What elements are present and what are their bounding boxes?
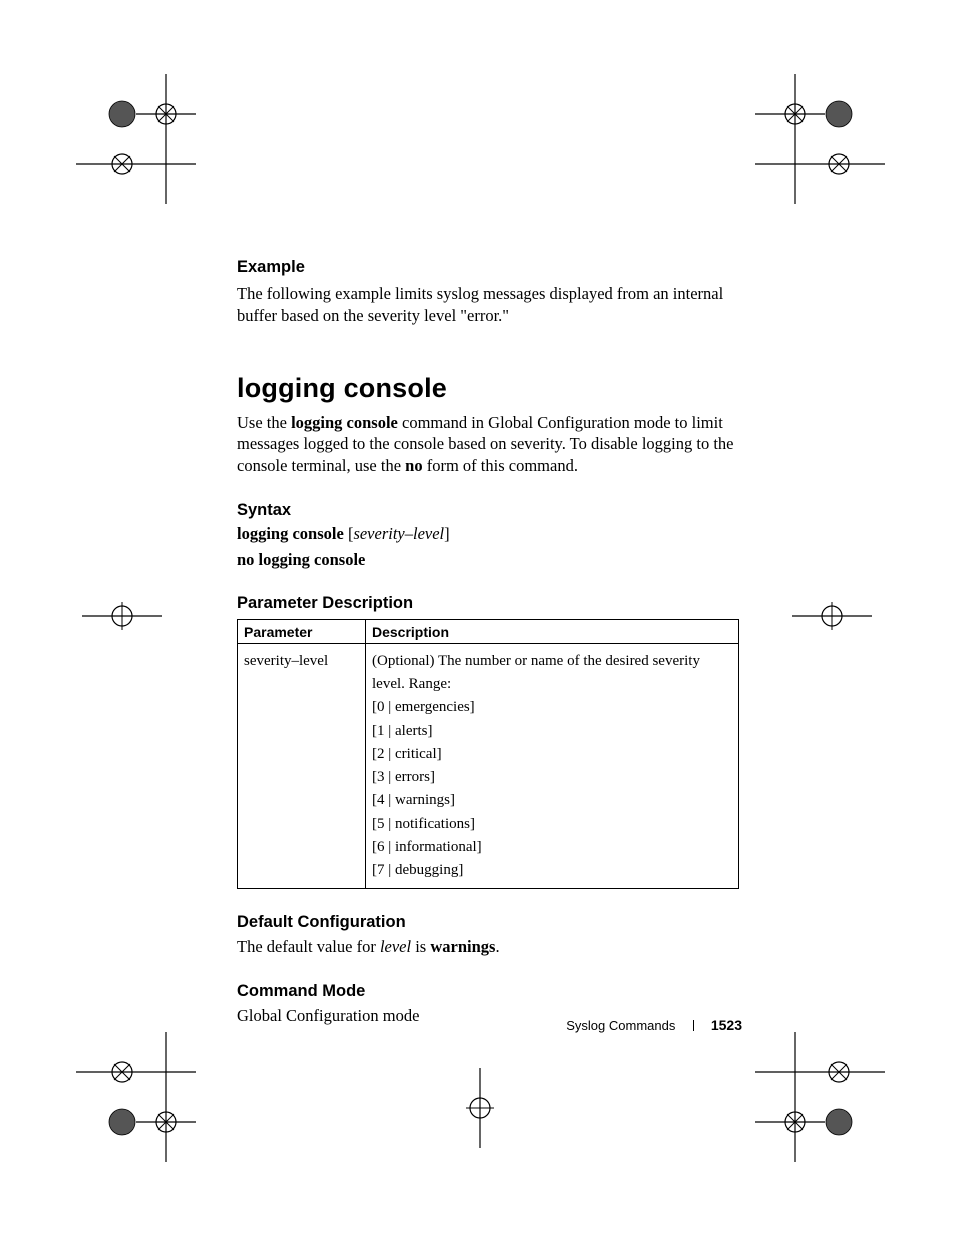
desc-intro: (Optional) The number or name of the des… <box>372 653 700 692</box>
page-content: Example The following example limits sys… <box>237 258 739 1033</box>
th-description: Description <box>366 619 739 643</box>
defconf-mid: is <box>411 937 430 956</box>
crop-mark-tr <box>755 74 885 204</box>
range-7: [7 | debugging] <box>372 862 463 878</box>
paramdesc-heading: Parameter Description <box>237 594 739 613</box>
range-2: [2 | critical] <box>372 746 442 762</box>
cell-parameter: severity–level <box>238 643 366 889</box>
footer-page-number: 1523 <box>711 1017 742 1033</box>
intro-pre: Use the <box>237 413 291 432</box>
syntax-cmd: logging console <box>237 524 344 543</box>
crop-mark-bl <box>76 1032 196 1162</box>
section-title: logging console <box>237 373 739 404</box>
intro-post: form of this command. <box>423 456 578 475</box>
syntax-line-1: logging console [severity–level] <box>237 524 739 544</box>
crop-mark-mr <box>792 576 872 656</box>
defaultconfig-text: The default value for level is warnings. <box>237 936 739 958</box>
example-text: The following example limits syslog mess… <box>237 283 739 327</box>
footer-chapter: Syslog Commands <box>566 1018 675 1033</box>
th-parameter: Parameter <box>238 619 366 643</box>
crop-mark-ml <box>82 576 162 656</box>
range-6: [6 | informational] <box>372 839 482 855</box>
range-5: [5 | notifications] <box>372 816 475 832</box>
crop-mark-br <box>755 1032 885 1162</box>
syntax-close: ] <box>444 524 450 543</box>
defconf-bold: warnings <box>430 937 495 956</box>
range-1: [1 | alerts] <box>372 723 432 739</box>
syntax-param: severity–level <box>353 524 444 543</box>
cmdmode-heading: Command Mode <box>237 982 739 1001</box>
page-footer: Syslog Commands 1523 <box>566 1017 742 1034</box>
section-intro: Use the logging console command in Globa… <box>237 412 739 477</box>
intro-no: no <box>405 456 422 475</box>
cell-description: (Optional) The number or name of the des… <box>366 643 739 889</box>
table-row: severity–level (Optional) The number or … <box>238 643 739 889</box>
example-heading: Example <box>237 258 739 277</box>
defconf-post: . <box>495 937 499 956</box>
footer-separator <box>693 1020 694 1031</box>
defconf-pre: The default value for <box>237 937 380 956</box>
range-0: [0 | emergencies] <box>372 699 475 715</box>
range-4: [4 | warnings] <box>372 792 455 808</box>
syntax-line-2: no logging console <box>237 550 739 570</box>
intro-cmd: logging console <box>291 413 398 432</box>
defconf-ital: level <box>380 937 411 956</box>
crop-mark-tl <box>76 74 196 204</box>
crop-mark-bc <box>440 1068 520 1148</box>
defaultconfig-heading: Default Configuration <box>237 913 739 932</box>
table-header-row: Parameter Description <box>238 619 739 643</box>
syntax-heading: Syntax <box>237 501 739 520</box>
range-3: [3 | errors] <box>372 769 435 785</box>
syntax-open: [ <box>344 524 354 543</box>
parameter-table: Parameter Description severity–level (Op… <box>237 619 739 890</box>
